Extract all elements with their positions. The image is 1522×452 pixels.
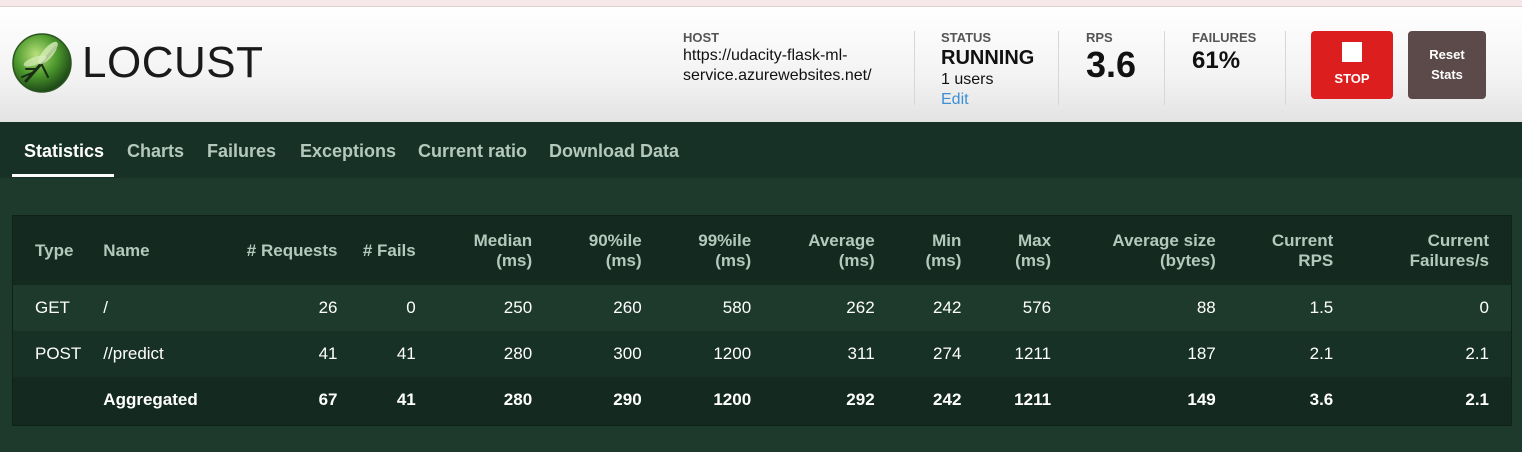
failures-info: FAILURES 61% xyxy=(1192,30,1256,76)
browser-top-strip xyxy=(0,0,1522,7)
tab-exceptions[interactable]: Exceptions xyxy=(300,141,396,161)
tab-failures[interactable]: Failures xyxy=(207,141,276,161)
divider xyxy=(914,31,915,105)
column-header-median[interactable]: Median (ms) xyxy=(437,216,555,285)
host-url-line1: https://udacity-flask-ml- xyxy=(683,47,848,64)
cell-max: 1211 xyxy=(983,331,1074,377)
column-header-requests[interactable]: # Requests xyxy=(225,216,360,285)
cell-90ile: 300 xyxy=(554,331,664,377)
cell-fails: 0 xyxy=(359,285,438,331)
column-header-current-failures[interactable]: Current Failures/s xyxy=(1355,216,1511,285)
cell-current-rps: 3.6 xyxy=(1237,377,1356,423)
statistics-table-container: Type Name # Requests # Fails Median (ms) … xyxy=(12,215,1512,426)
cell-90ile: 290 xyxy=(554,377,664,423)
cell-type: POST xyxy=(13,331,104,377)
cell-fails: 41 xyxy=(359,377,438,423)
cell-current-failures: 0 xyxy=(1355,285,1511,331)
cell-average: 311 xyxy=(773,331,897,377)
host-url-line2: service.azurewebsites.net/ xyxy=(683,67,872,84)
column-header-name[interactable]: Name xyxy=(103,216,226,285)
aggregated-row: Aggregated 67 41 280 290 1200 292 242 12… xyxy=(13,377,1511,423)
column-header-average[interactable]: Average (ms) xyxy=(773,216,897,285)
cell-type: GET xyxy=(13,285,104,331)
cell-type xyxy=(13,377,104,423)
cell-min: 242 xyxy=(896,377,984,423)
failures-label: FAILURES xyxy=(1192,30,1257,45)
cell-fails: 41 xyxy=(359,331,438,377)
host-label: HOST xyxy=(683,30,720,45)
cell-name: //predict xyxy=(103,331,226,377)
column-header-99ile[interactable]: 99%ile (ms) xyxy=(663,216,774,285)
cell-current-failures: 2.1 xyxy=(1355,377,1511,423)
active-tab-indicator xyxy=(12,174,114,177)
tab-bar: Statistics Charts Failures Exceptions Cu… xyxy=(0,122,1522,178)
column-header-max[interactable]: Max (ms) xyxy=(983,216,1074,285)
cell-average-size: 88 xyxy=(1073,285,1238,331)
locust-logo-icon xyxy=(12,33,72,93)
cell-min: 242 xyxy=(896,285,984,331)
cell-name: / xyxy=(103,285,226,331)
failures-value: 61% xyxy=(1192,47,1241,74)
status-info: STATUS RUNNING 1 users Edit xyxy=(941,30,1051,110)
host-info: HOST https://udacity-flask-ml- service.a… xyxy=(683,30,908,86)
cell-requests: 67 xyxy=(225,377,360,423)
tab-current-ratio[interactable]: Current ratio xyxy=(418,141,527,161)
stop-button[interactable]: STOP xyxy=(1311,31,1393,99)
cell-99ile: 1200 xyxy=(663,331,774,377)
stop-square-icon xyxy=(1342,42,1362,62)
cell-median: 280 xyxy=(437,331,555,377)
cell-requests: 41 xyxy=(225,331,360,377)
status-label: STATUS xyxy=(941,30,992,45)
cell-average-size: 149 xyxy=(1073,377,1238,423)
cell-99ile: 1200 xyxy=(663,377,774,423)
column-header-current-rps[interactable]: Current RPS xyxy=(1237,216,1356,285)
column-header-type[interactable]: Type xyxy=(13,216,104,285)
cell-median: 280 xyxy=(437,377,555,423)
status-value: RUNNING xyxy=(941,47,1035,69)
divider xyxy=(1058,31,1059,105)
cell-90ile: 260 xyxy=(554,285,664,331)
cell-current-rps: 1.5 xyxy=(1237,285,1356,331)
edit-link[interactable]: Edit xyxy=(941,90,1051,110)
app-title: LOCUST xyxy=(82,38,264,87)
column-header-90ile[interactable]: 90%ile (ms) xyxy=(554,216,664,285)
table-header-row: Type Name # Requests # Fails Median (ms) … xyxy=(13,216,1511,285)
table-row: POST //predict 41 41 280 300 1200 311 27… xyxy=(13,331,1511,377)
statistics-table: Type Name # Requests # Fails Median (ms) … xyxy=(13,216,1511,423)
reset-button-label-line2: Stats xyxy=(1431,67,1463,82)
cell-max: 576 xyxy=(983,285,1074,331)
stop-button-label: STOP xyxy=(1334,71,1370,86)
column-header-average-size[interactable]: Average size (bytes) xyxy=(1073,216,1238,285)
reset-button-label-line1: Reset xyxy=(1429,47,1465,62)
divider xyxy=(1164,31,1165,105)
cell-requests: 26 xyxy=(225,285,360,331)
column-header-min[interactable]: Min (ms) xyxy=(896,216,984,285)
cell-max: 1211 xyxy=(983,377,1074,423)
cell-average-size: 187 xyxy=(1073,331,1238,377)
cell-current-rps: 2.1 xyxy=(1237,331,1356,377)
user-count: 1 users xyxy=(941,71,994,88)
cell-average: 292 xyxy=(773,377,897,423)
cell-min: 274 xyxy=(896,331,984,377)
table-row: GET / 26 0 250 260 580 262 242 576 88 1.… xyxy=(13,285,1511,331)
divider xyxy=(1285,31,1286,105)
reset-stats-button[interactable]: Reset Stats xyxy=(1408,31,1486,99)
cell-name: Aggregated xyxy=(103,377,226,423)
tab-statistics[interactable]: Statistics xyxy=(24,141,104,161)
cell-average: 262 xyxy=(773,285,897,331)
cell-median: 250 xyxy=(437,285,555,331)
column-header-fails[interactable]: # Fails xyxy=(359,216,438,285)
tab-download-data[interactable]: Download Data xyxy=(549,141,679,161)
rps-info: RPS 3.6 xyxy=(1086,30,1136,84)
cell-99ile: 580 xyxy=(663,285,774,331)
cell-current-failures: 2.1 xyxy=(1355,331,1511,377)
header: LOCUST HOST https://udacity-flask-ml- se… xyxy=(0,7,1522,122)
rps-value: 3.6 xyxy=(1086,44,1137,85)
tab-charts[interactable]: Charts xyxy=(127,141,184,161)
